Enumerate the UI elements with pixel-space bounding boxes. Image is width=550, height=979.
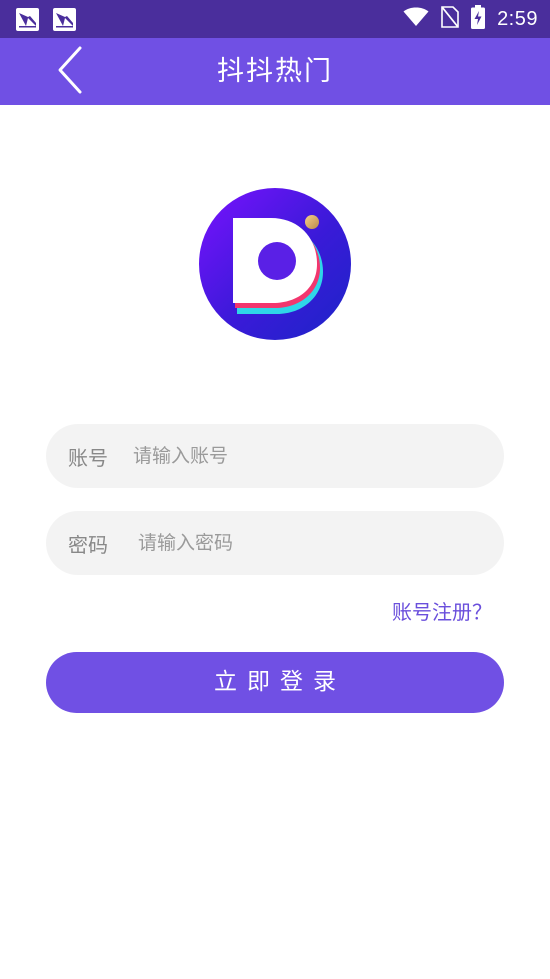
status-bar: 2:59 — [0, 0, 550, 38]
login-button[interactable]: 立即登录 — [46, 652, 504, 713]
wifi-icon — [403, 7, 429, 31]
app-bar: 抖抖热门 — [0, 38, 550, 105]
page-title: 抖抖热门 — [217, 56, 333, 87]
battery-charging-icon — [471, 5, 486, 33]
app-notification-icon — [53, 8, 76, 31]
account-input[interactable] — [133, 445, 433, 467]
status-time: 2:59 — [497, 7, 538, 30]
app-notification-icon — [16, 8, 39, 31]
login-screen: 2:59 抖抖热门 账号 请输入账号 密码 账号注册？ 立即登录 — [0, 0, 550, 979]
account-field[interactable]: 账号 — [46, 424, 504, 488]
password-input[interactable] — [138, 532, 438, 554]
register-link[interactable]: 账号注册？ — [392, 596, 492, 625]
no-sim-icon — [441, 6, 459, 32]
password-label: 密码 — [68, 532, 108, 557]
app-logo — [199, 188, 351, 340]
status-icons: 2:59 — [403, 0, 538, 38]
app-logo-d-icon — [199, 188, 351, 340]
password-field[interactable]: 密码 — [46, 511, 504, 575]
account-label: 账号 — [68, 445, 108, 470]
